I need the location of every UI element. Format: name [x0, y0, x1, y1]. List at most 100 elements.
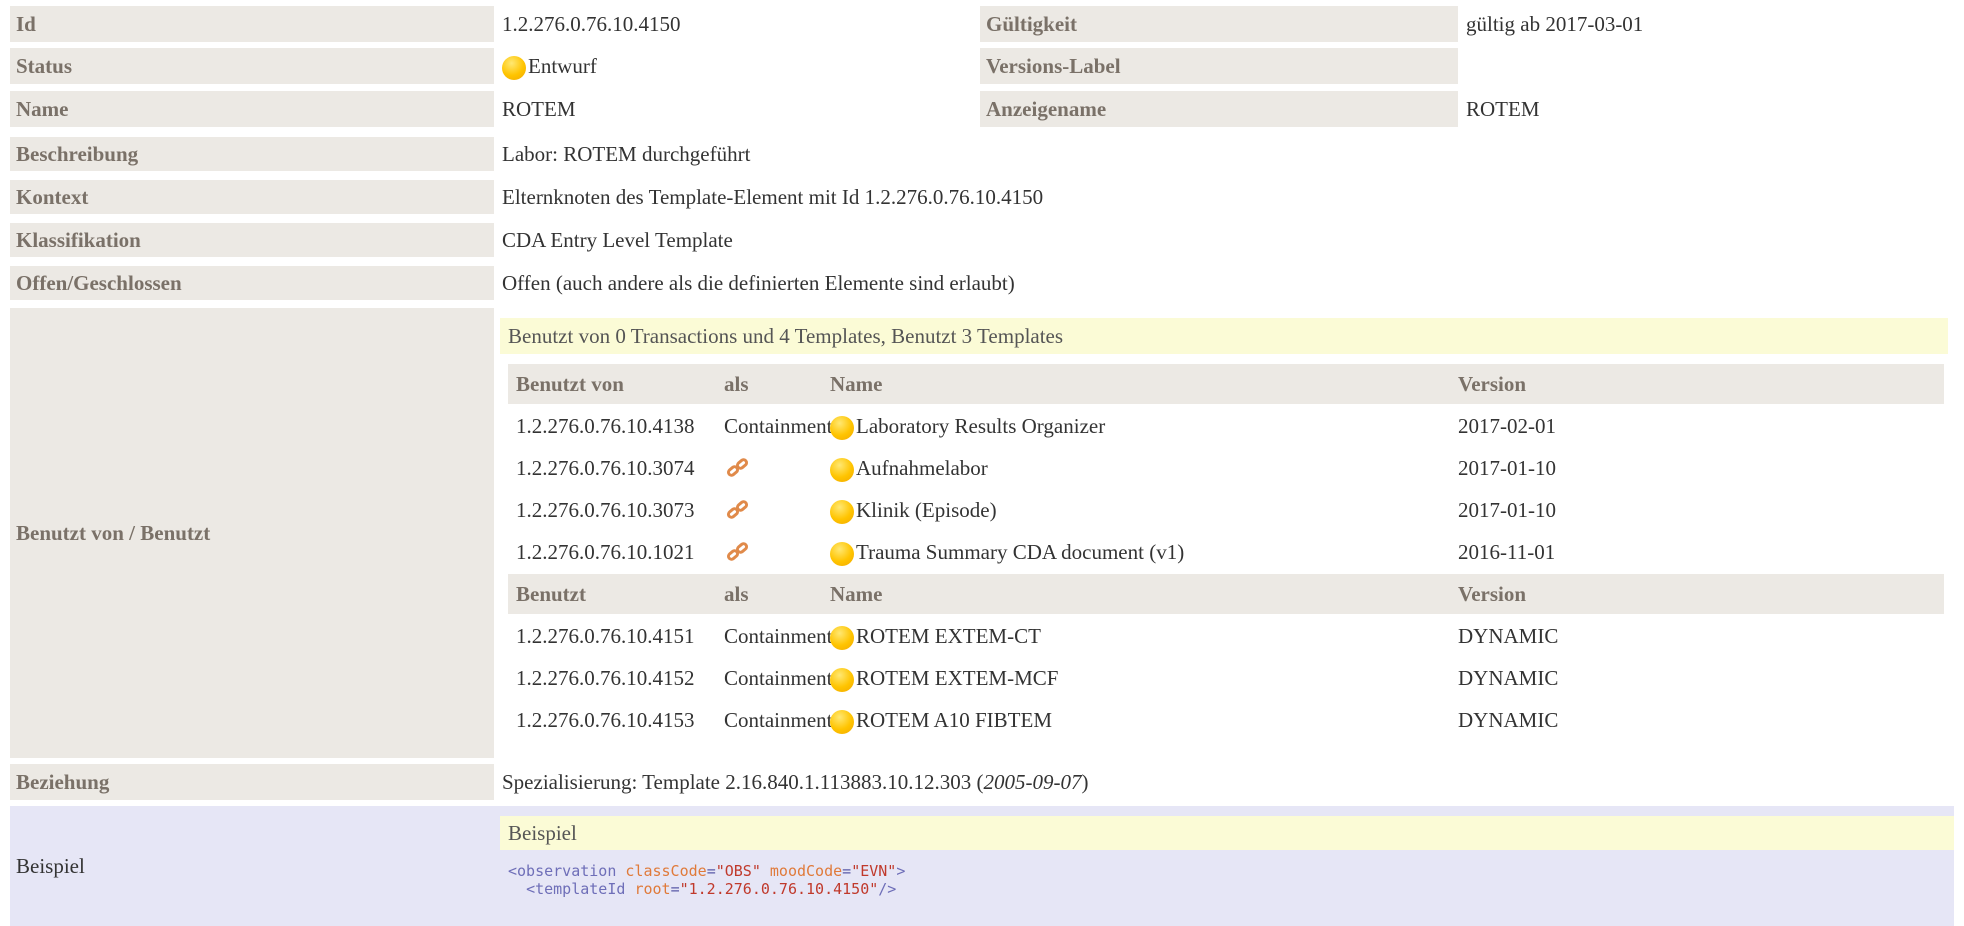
- template-name-text: ROTEM A10 FIBTEM: [856, 707, 1053, 732]
- label-anzeigename: Anzeigename: [980, 91, 1458, 127]
- status-draft-dot-icon: [830, 710, 854, 734]
- value-kontext: Elternknoten des Template-Element mit Id…: [502, 184, 1044, 209]
- label-benutzt: Benutzt von / Benutzt: [10, 308, 494, 758]
- status-draft-dot-icon: [830, 416, 854, 440]
- label-versions-label: Versions-Label: [980, 48, 1458, 84]
- chain-link-icon: [724, 490, 752, 530]
- code-value: "1.2.276.0.76.10.4150": [679, 880, 879, 898]
- relationship-type: Containment: [724, 665, 833, 690]
- template-id-link[interactable]: 1.2.276.0.76.10.1021: [516, 532, 695, 572]
- template-name-text: ROTEM EXTEM-MCF: [856, 665, 1059, 690]
- beziehung-suffix: ): [1081, 769, 1089, 794]
- header-benutzt: Benutzt: [516, 581, 586, 606]
- table-row[interactable]: 1.2.276.0.76.10.1021 Trauma Summary CDA …: [508, 532, 1944, 572]
- code-tag: <templateId: [526, 880, 626, 898]
- code-value: "OBS": [715, 862, 761, 880]
- header-version: Version: [1458, 371, 1527, 396]
- code-tag-close: />: [878, 880, 897, 898]
- label-offen-geschlossen: Offen/Geschlossen: [10, 266, 494, 300]
- row-offen-geschlossen: Offen/Geschlossen Offen (auch andere als…: [10, 266, 1954, 300]
- template-version: 2017-02-01: [1458, 413, 1556, 438]
- beziehung-date: 2005-09-07: [983, 769, 1082, 794]
- value-id: 1.2.276.0.76.10.4150: [502, 11, 681, 36]
- table-row[interactable]: 1.2.276.0.76.10.3074 Aufnahmelabor 2017-…: [508, 448, 1944, 488]
- value-beschreibung: Labor: ROTEM durchgeführt: [502, 141, 751, 166]
- relationship-type: Containment: [724, 707, 833, 732]
- template-name[interactable]: Aufnahmelabor: [830, 448, 988, 488]
- header-als: als: [724, 371, 749, 396]
- table-row[interactable]: 1.2.276.0.76.10.3073 Klinik (Episode) 20…: [508, 490, 1944, 530]
- template-id-link[interactable]: 1.2.276.0.76.10.4153: [516, 700, 695, 740]
- template-name[interactable]: ROTEM EXTEM-CT: [830, 616, 1041, 656]
- template-id-link[interactable]: 1.2.276.0.76.10.3073: [516, 490, 695, 530]
- template-id-link[interactable]: 1.2.276.0.76.10.4138: [516, 406, 695, 446]
- row-beziehung: Beziehung Spezialisierung: Template 2.16…: [10, 764, 1954, 800]
- label-beschreibung: Beschreibung: [10, 137, 494, 171]
- template-name[interactable]: Trauma Summary CDA document (v1): [830, 532, 1184, 572]
- header-version: Version: [1458, 581, 1527, 606]
- row-klassifikation: Klassifikation CDA Entry Level Template: [10, 223, 1954, 257]
- value-gueltigkeit: gültig ab 2017-03-01: [1466, 11, 1644, 36]
- example-banner: Beispiel: [500, 816, 1954, 850]
- template-name[interactable]: Klinik (Episode): [830, 490, 997, 530]
- template-name-text: Aufnahmelabor: [856, 455, 988, 480]
- value-anzeigename: ROTEM: [1466, 96, 1540, 121]
- row-status: Status Entwurf Versions-Label: [10, 48, 1954, 84]
- status-draft-dot-icon: [830, 500, 854, 524]
- template-version: 2016-11-01: [1458, 539, 1556, 564]
- value-beziehung: Spezialisierung: Template 2.16.840.1.113…: [502, 764, 1088, 800]
- template-id-link[interactable]: 1.2.276.0.76.10.3074: [516, 448, 695, 488]
- row-beschreibung: Beschreibung Labor: ROTEM durchgeführt: [10, 137, 1954, 171]
- label-status: Status: [10, 48, 494, 84]
- label-kontext: Kontext: [10, 180, 494, 214]
- status-draft-dot-icon: [502, 56, 526, 80]
- used-by-header: Benutzt von als Name Version: [508, 364, 1944, 404]
- header-als: als: [724, 581, 749, 606]
- table-row[interactable]: 1.2.276.0.76.10.4151 Containment ROTEM E…: [508, 616, 1944, 656]
- status-draft-dot-icon: [830, 626, 854, 650]
- beziehung-prefix: Spezialisierung: Template 2.16.840.1.113…: [502, 769, 984, 794]
- table-row[interactable]: 1.2.276.0.76.10.4138 Containment Laborat…: [508, 406, 1944, 446]
- usage-banner: Benutzt von 0 Transactions und 4 Templat…: [500, 318, 1948, 354]
- relationship-type: Containment: [724, 413, 833, 438]
- chain-link-icon: [724, 448, 752, 488]
- label-klassifikation: Klassifikation: [10, 223, 494, 257]
- example-code-line-2: <templateId root="1.2.276.0.76.10.4150"/…: [526, 880, 897, 898]
- code-attr: classCode: [625, 862, 707, 880]
- code-attr: root: [634, 880, 671, 898]
- template-id-link[interactable]: 1.2.276.0.76.10.4151: [516, 616, 695, 656]
- header-name: Name: [830, 581, 883, 606]
- status-draft-dot-icon: [830, 458, 854, 482]
- template-name[interactable]: ROTEM EXTEM-MCF: [830, 658, 1058, 698]
- value-name: ROTEM: [502, 96, 576, 121]
- template-version: DYNAMIC: [1458, 707, 1559, 732]
- value-klassifikation: CDA Entry Level Template: [502, 227, 733, 252]
- template-name-text: Trauma Summary CDA document (v1): [856, 539, 1185, 564]
- uses-header: Benutzt als Name Version: [508, 574, 1944, 614]
- table-row[interactable]: 1.2.276.0.76.10.4152 Containment ROTEM E…: [508, 658, 1944, 698]
- example-code-line-1: <observation classCode="OBS" moodCode="E…: [508, 862, 906, 880]
- status-draft-dot-icon: [830, 668, 854, 692]
- template-version: DYNAMIC: [1458, 665, 1559, 690]
- template-id-link[interactable]: 1.2.276.0.76.10.4152: [516, 658, 695, 698]
- template-name-text: ROTEM EXTEM-CT: [856, 623, 1041, 648]
- header-benutzt-von: Benutzt von: [516, 371, 624, 396]
- label-id: Id: [10, 6, 494, 42]
- code-tag: <observation: [508, 862, 617, 880]
- row-name: Name ROTEM Anzeigename ROTEM: [10, 91, 1954, 127]
- row-kontext: Kontext Elternknoten des Template-Elemen…: [10, 180, 1954, 214]
- table-row[interactable]: 1.2.276.0.76.10.4153 Containment ROTEM A…: [508, 700, 1944, 740]
- row-id: Id 1.2.276.0.76.10.4150 Gültigkeit gülti…: [10, 6, 1954, 42]
- template-version: 2017-01-10: [1458, 497, 1556, 522]
- template-name-text: Laboratory Results Organizer: [856, 413, 1106, 438]
- template-name[interactable]: ROTEM A10 FIBTEM: [830, 700, 1052, 740]
- status-draft-dot-icon: [830, 542, 854, 566]
- code-value: "EVN": [851, 862, 897, 880]
- label-beziehung: Beziehung: [10, 764, 494, 800]
- label-beispiel: Beispiel: [16, 853, 85, 878]
- template-version: DYNAMIC: [1458, 623, 1559, 648]
- template-name[interactable]: Laboratory Results Organizer: [830, 406, 1105, 446]
- code-tag-close: >: [896, 862, 906, 880]
- value-offen-geschlossen: Offen (auch andere als die definierten E…: [502, 270, 1015, 295]
- status-text: Entwurf: [528, 53, 597, 78]
